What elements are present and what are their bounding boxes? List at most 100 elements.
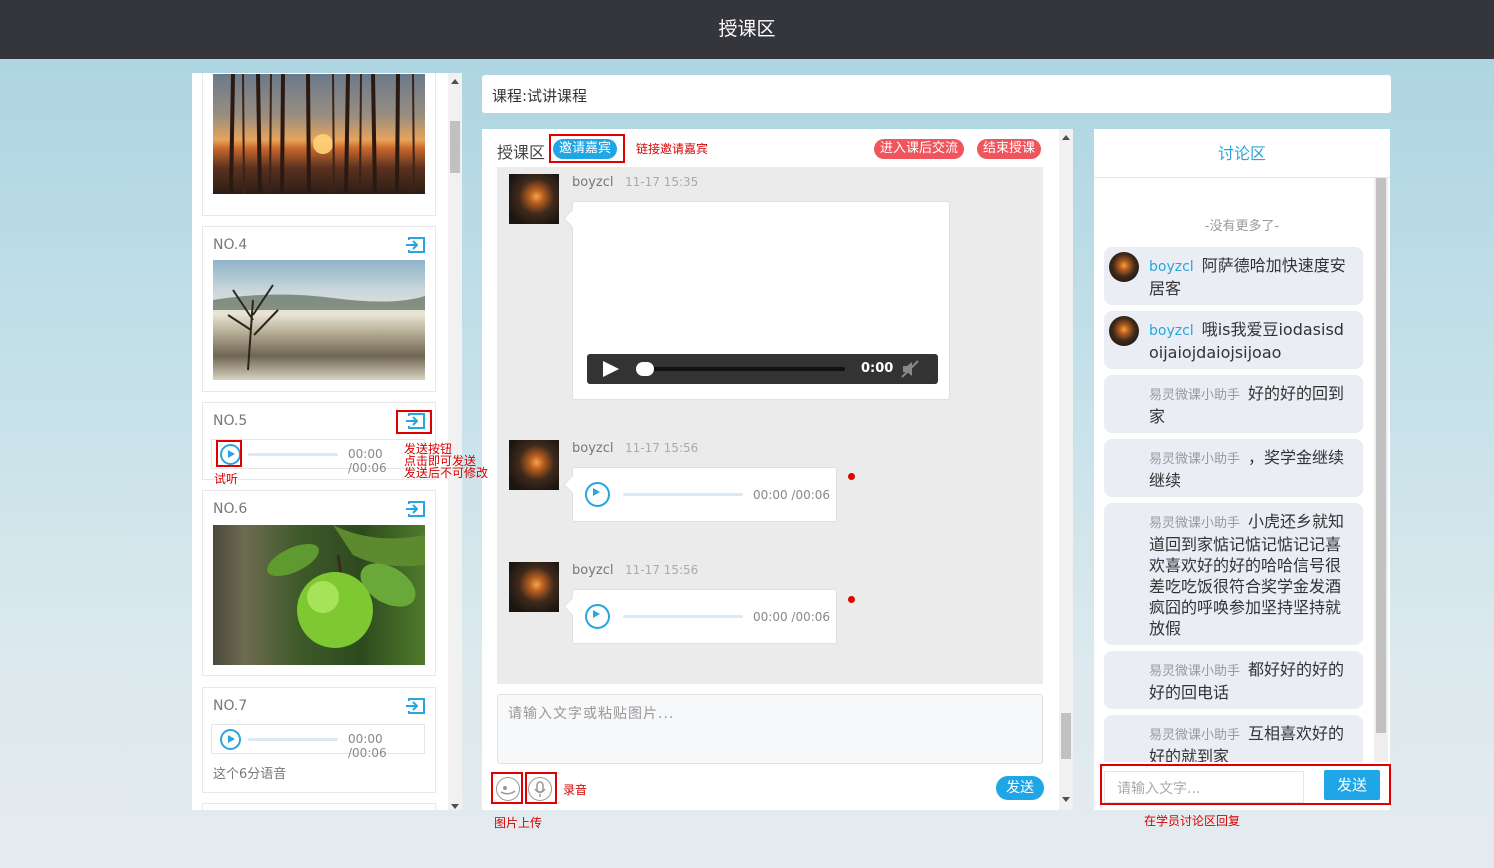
message-time: 11-17 15:56 (625, 563, 699, 577)
discussion-list: -没有更多了- boyzcl 阿萨德哈加快速度安居客 boyzcl 哦is我爱豆io… (1094, 178, 1390, 762)
audio-message: 00:00 /00:06 (572, 467, 837, 522)
annotation-upload: 图片上传 (494, 816, 543, 830)
play-icon[interactable] (603, 361, 619, 377)
discussion-message: boyzcl 哦is我爱豆iodasisdoijaiojdaiojsijoao (1104, 311, 1363, 369)
avatar (509, 562, 559, 612)
message-time: 11-17 15:35 (625, 175, 699, 189)
message-author: boyzcl (1149, 259, 1194, 275)
scroll-thumb[interactable] (1061, 713, 1071, 759)
teaching-panel: 授课区 邀请嘉宾 进入课后交流 结束授课 boyzcl 11-17 15:35 … (482, 129, 1073, 810)
message-author: boyzcl (1149, 323, 1194, 339)
message-user: boyzcl (572, 563, 614, 578)
end-teaching-button[interactable]: 结束授课 (977, 139, 1042, 159)
message-user: boyzcl (572, 175, 614, 190)
player-handle[interactable] (636, 362, 654, 376)
discussion-panel: 讨论区 -没有更多了- boyzcl 阿萨德哈加快速度安居客 boyzcl 哦is我… (1094, 129, 1390, 810)
scroll-up-icon[interactable] (1062, 135, 1070, 140)
discussion-message: boyzcl 阿萨德哈加快速度安居客 (1104, 247, 1363, 305)
discussion-scrollbar[interactable] (1374, 178, 1388, 762)
scroll-thumb[interactable] (1376, 178, 1386, 733)
avatar (1109, 252, 1139, 282)
audio-time: 00:00 /00:06 (753, 488, 831, 502)
green-apple-image (213, 525, 425, 665)
send-button[interactable]: 发送 (996, 776, 1044, 800)
discussion-message: 易灵微课小助手 ，奖学金继续继续 (1104, 439, 1363, 497)
unread-dot (848, 473, 855, 480)
mute-icon[interactable] (901, 360, 919, 378)
annotation-listen: 试听 (214, 472, 239, 486)
annotation-box-reply (1100, 764, 1391, 805)
message-author: 易灵微课小助手 (1149, 664, 1241, 679)
page-title: 授课区 (718, 18, 776, 40)
enter-discussion-button[interactable]: 进入课后交流 (874, 139, 965, 159)
media-player: 0:00 (587, 354, 938, 384)
courseware-card (202, 73, 436, 216)
unread-dot (848, 596, 855, 603)
play-icon[interactable] (585, 604, 610, 629)
send-icon[interactable] (405, 698, 425, 714)
audio-progress[interactable] (248, 453, 338, 456)
chat-area: boyzcl 11-17 15:35 0:00 boyzcl 11-17 15:… (497, 167, 1043, 684)
player-time: 0:00 (861, 361, 894, 376)
player-progress[interactable] (637, 367, 845, 371)
play-icon[interactable] (585, 482, 610, 507)
audio-message: 00:00 /00:06 (572, 589, 837, 644)
avatar (1109, 316, 1139, 346)
discussion-message: 易灵微课小助手 都好好的好的好的回电话 (1104, 651, 1363, 709)
message-author: 易灵微课小助手 (1149, 452, 1241, 467)
discussion-title: 讨论区 (1094, 129, 1390, 178)
courseware-card: NO.7 00:00 /00:06 这个6分语音 (202, 687, 436, 793)
annotation-box-listen (216, 440, 242, 467)
foggy-tree-image (213, 260, 425, 380)
avatar (509, 440, 559, 490)
audio-progress[interactable] (623, 493, 743, 496)
courseware-card (202, 803, 436, 810)
message-author: 易灵微课小助手 (1149, 388, 1241, 403)
center-scrollbar[interactable] (1059, 129, 1073, 810)
teaching-title: 授课区 (497, 143, 546, 162)
audio-progress[interactable] (623, 615, 743, 618)
message-user: boyzcl (572, 441, 614, 456)
scroll-down-icon[interactable] (451, 804, 459, 809)
courseware-card: NO.4 (202, 226, 436, 392)
send-icon[interactable] (405, 501, 425, 517)
message-input[interactable]: 请输入文字或粘贴图片... (497, 694, 1043, 764)
card-number: NO.5 (213, 413, 248, 429)
video-message: 0:00 (572, 201, 950, 400)
annotation-invite: 链接邀请嘉宾 (636, 142, 709, 156)
annotation-box-record (525, 772, 557, 804)
discussion-message: 易灵微课小助手 互相喜欢好的好的就到家 (1104, 715, 1363, 762)
card-number: NO.6 (213, 501, 248, 517)
top-bar: 授课区 (0, 0, 1494, 59)
annotation-reply: 在学员讨论区回复 (1144, 814, 1241, 828)
audio-time: 00:00 /00:06 (753, 610, 831, 624)
annotation-box-upload (491, 772, 523, 804)
annotation-record: 录音 (563, 783, 588, 797)
discussion-message: 易灵微课小助手 小虎还乡就知道回到家惦记惦记惦记记喜欢喜欢好的好的哈哈信号很差吃吃… (1104, 503, 1363, 645)
audio-progress[interactable] (248, 738, 338, 741)
annotation-send-3: 发送后不可修改 (404, 466, 489, 480)
no-more-text: -没有更多了- (1204, 219, 1280, 234)
audio-player: 00:00 /00:06 (211, 439, 425, 475)
discussion-message: 易灵微课小助手 好的好的回到家 (1104, 375, 1363, 433)
card-number: NO.4 (213, 237, 248, 253)
card-caption: 这个6分语音 (213, 767, 287, 782)
message-author: 易灵微课小助手 (1149, 728, 1241, 743)
play-icon[interactable] (220, 729, 241, 750)
annotation-box-send (396, 410, 432, 434)
courseware-card: NO.6 (202, 490, 436, 676)
scroll-down-icon[interactable] (1062, 797, 1070, 802)
forest-sunset-image (213, 74, 425, 194)
course-title-bar: 课程:试讲课程 (482, 75, 1391, 113)
message-time: 11-17 15:56 (625, 441, 699, 455)
scroll-thumb[interactable] (450, 121, 460, 173)
audio-time: 00:00 /00:06 (348, 732, 387, 760)
send-icon[interactable] (405, 237, 425, 253)
avatar (509, 174, 559, 224)
annotation-box-invite (549, 134, 625, 163)
course-title: 课程:试讲课程 (492, 87, 588, 105)
message-author: 易灵微课小助手 (1149, 516, 1241, 531)
card-number: NO.7 (213, 698, 248, 714)
audio-player: 00:00 /00:06 (211, 724, 425, 760)
scroll-up-icon[interactable] (451, 79, 459, 84)
